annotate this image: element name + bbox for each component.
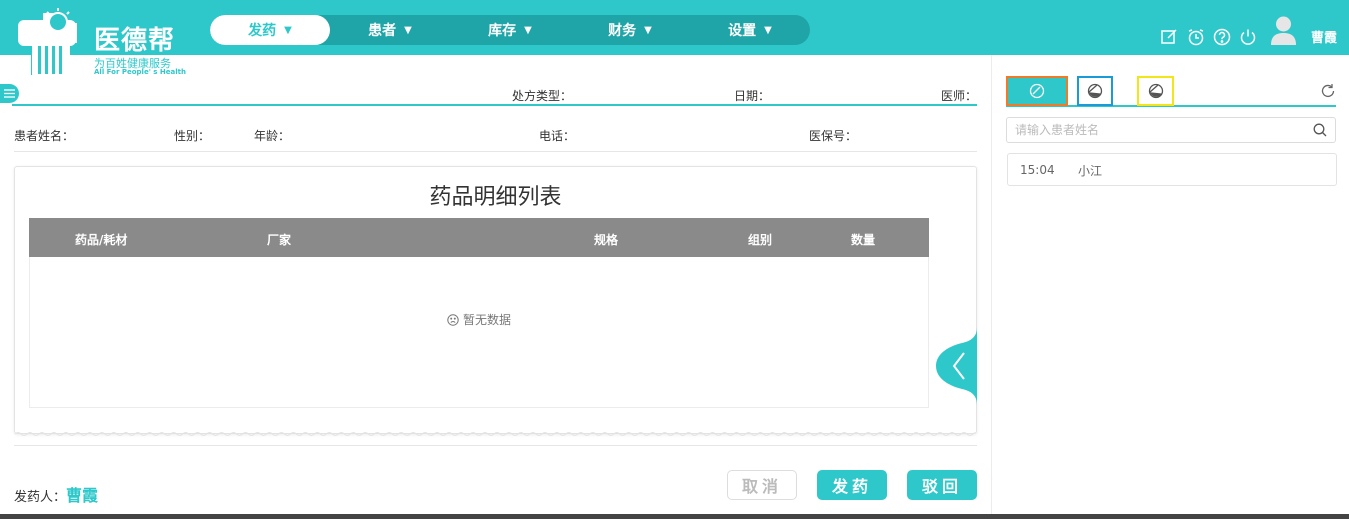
column-header-drug: 药品/耗材 [75,233,128,247]
insurance-number-label: 医保号： [809,129,858,143]
nav-item-label: 设置 [728,23,757,39]
refresh-icon[interactable] [1320,83,1336,99]
doctor-label: 医师： [941,89,978,103]
edit-icon[interactable] [1160,27,1179,46]
sad-face-icon [447,314,459,326]
pill-icon [1148,83,1163,99]
nav-item-label: 库存 [488,23,517,39]
caret-down-icon: ▼ [524,24,532,36]
collapse-panel-button[interactable] [936,327,977,405]
header-icons [1160,27,1257,46]
caret-down-icon: ▼ [404,24,412,36]
nav-item-1[interactable]: 患者 ▼ [330,15,450,45]
alarm-icon[interactable] [1186,27,1205,46]
patient-search [1006,117,1336,143]
bottom-edge [0,514,1349,519]
empty-state: 暂无数据 [30,311,928,328]
caret-down-icon: ▼ [284,24,292,36]
cancel-button[interactable]: 取消 [727,470,797,500]
patient-name-label: 患者姓名： [14,129,75,143]
patient-search-input[interactable] [1007,118,1297,142]
queue-tab-dispensed[interactable] [1077,76,1113,106]
gender-label: 性别： [174,129,211,143]
caret-down-icon: ▼ [644,24,652,36]
patient-queue-item[interactable]: 15:04 小江 [1007,153,1337,186]
prescription-info-row: 处方类型： 日期： 医师： [12,86,977,106]
nav-item-label: 财务 [608,23,637,39]
pill-icon [1087,83,1103,99]
avatar[interactable] [1270,15,1297,45]
user-name[interactable]: 曹霞 [1311,27,1337,46]
column-header-quantity: 数量 [851,233,876,247]
queue-tab-rejected[interactable] [1137,76,1174,106]
reject-button[interactable]: 驳回 [907,470,977,500]
nav-item-label: 发药 [248,23,277,39]
nav-item-3[interactable]: 财务 ▼ [570,15,690,45]
dispenser-info: 发药人：曹霞 [14,482,98,506]
patient-queue-panel: 15:04 小江 [991,55,1349,514]
app-header: 医德帮 发药 ▼ 患者 ▼ 库存 ▼ 财务 ▼ 设置 ▼ 曹霞 [0,0,1349,78]
phone-label: 电话： [539,129,576,143]
nav-item-2[interactable]: 库存 ▼ [450,15,570,45]
date-label: 日期： [734,89,771,103]
power-icon[interactable] [1238,27,1257,46]
column-header-manufacturer: 厂家 [267,233,292,247]
app-name: 医德帮 [94,26,176,56]
drug-table-body: 暂无数据 [29,257,929,408]
pill-icon [1029,83,1045,99]
caret-down-icon: ▼ [764,24,772,36]
card-wave-border [15,432,976,436]
dispense-button[interactable]: 发药 [817,470,887,500]
patient-queue-name: 小江 [1078,164,1103,178]
patient-info-row: 患者姓名： 性别： 年龄： 电话： 医保号： [14,126,977,152]
patient-queue-time: 15:04 [1020,163,1055,177]
nav-item-label: 患者 [368,23,397,39]
prescription-type-label: 处方类型： [512,89,573,103]
queue-tabs [1006,76,1336,107]
drug-table-header: 药品/耗材 厂家 规格 组别 数量 [29,218,929,257]
age-label: 年龄： [254,129,291,143]
main-nav: 发药 ▼ 患者 ▼ 库存 ▼ 财务 ▼ 设置 ▼ [210,15,810,45]
help-icon[interactable] [1212,27,1231,46]
footer-divider [14,445,977,446]
column-header-group: 组别 [748,233,773,247]
empty-text: 暂无数据 [462,313,511,327]
drug-table-title: 药品明细列表 [429,185,562,210]
dispenser-name: 曹霞 [66,486,99,505]
column-header-spec: 规格 [594,233,619,247]
dispenser-label: 发药人： [14,490,67,505]
logo-icon [18,8,79,78]
app-slogan-en: All For People' s Health [94,68,186,76]
nav-item-0[interactable]: 发药 ▼ [210,15,330,45]
drug-detail-card: 药品明细列表 药品/耗材 厂家 规格 组别 数量 暂无数据 [14,166,977,436]
search-icon[interactable] [1313,123,1327,137]
nav-item-4[interactable]: 设置 ▼ [690,15,810,45]
queue-tab-pending[interactable] [1006,76,1068,106]
